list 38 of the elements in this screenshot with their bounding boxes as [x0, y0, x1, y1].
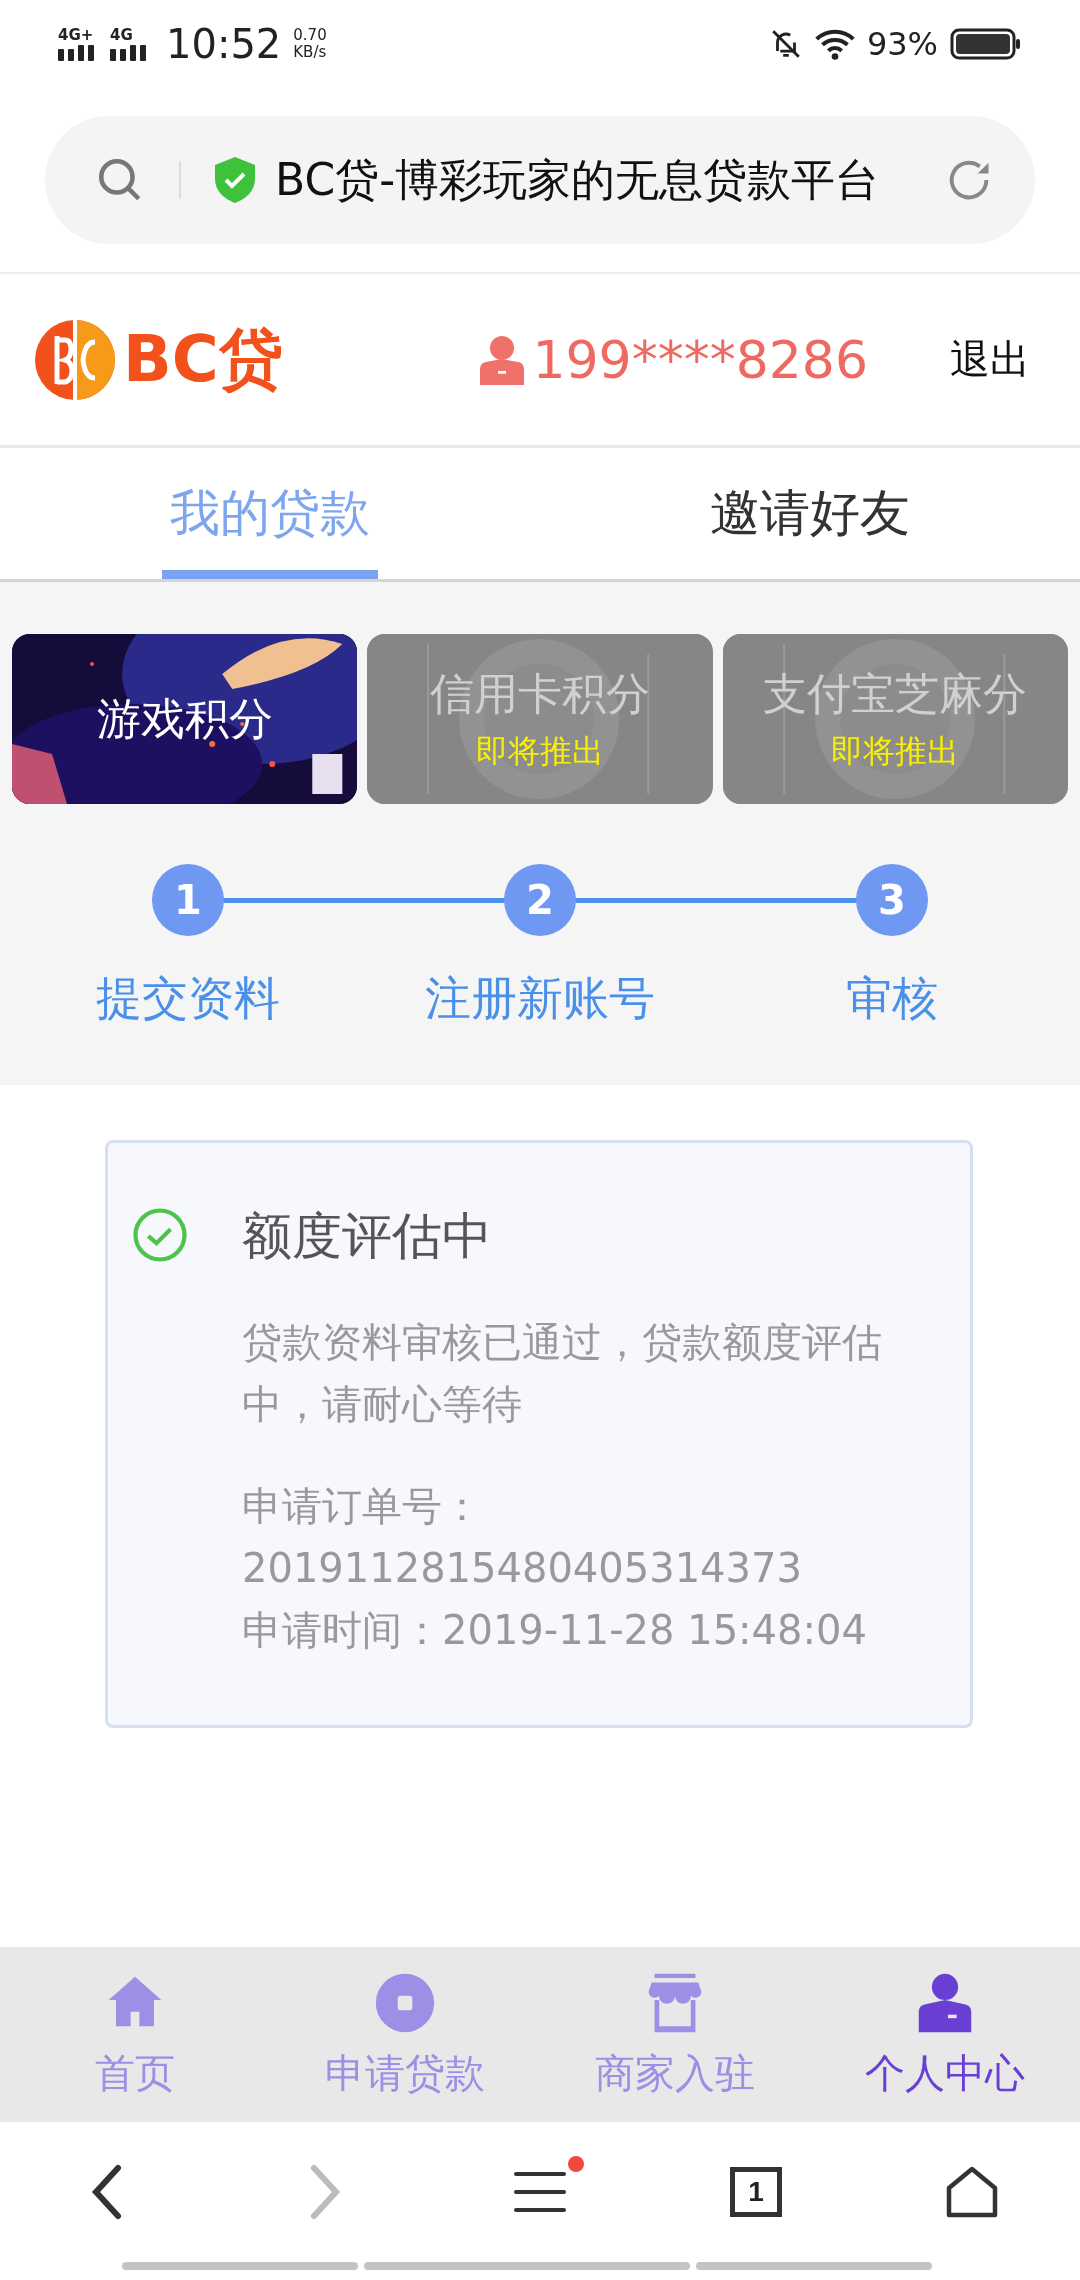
battery-icon	[950, 28, 1022, 60]
check-circle-icon	[132, 1207, 188, 1263]
logo-text: BC贷	[123, 321, 283, 398]
step-label: 注册新账号	[425, 970, 655, 1027]
wifi-icon	[814, 27, 855, 61]
network-label: 4G	[110, 27, 133, 43]
user-icon	[480, 334, 525, 385]
clock: 10:52	[166, 21, 282, 67]
apply-time: 申请时间：2019-11-28 15:48:04	[242, 1606, 868, 1655]
speed-unit: KB/s	[293, 44, 327, 61]
order-number: 2019112815480405314373	[242, 1544, 803, 1593]
menu-icon	[514, 2170, 566, 2214]
logout-link[interactable]: 退出	[950, 332, 1030, 387]
page-title: BC贷-博彩玩家的无息贷款平台	[275, 152, 880, 207]
speed-value: 0.70	[293, 27, 327, 44]
battery-percent: 93%	[866, 25, 938, 63]
step-number: 2	[504, 864, 576, 936]
home-icon	[946, 2166, 998, 2218]
network-label: 4G+	[58, 27, 94, 43]
tabs-button[interactable]: 1	[648, 2152, 864, 2232]
card-title: 支付宝芝麻分	[763, 666, 1028, 721]
order-label: 申请订单号：	[242, 1482, 483, 1531]
nav-tab[interactable]: 个人中心	[810, 1947, 1080, 2122]
shield-check-icon	[215, 157, 255, 203]
score-card[interactable]: 游戏积分	[12, 634, 358, 804]
card-title: 信用卡积分	[430, 666, 650, 721]
status-message: 贷款资料审核已通过，贷款额度评估中，请耐心等待	[242, 1318, 883, 1429]
card-note: 即将推出	[476, 730, 604, 772]
logo-icon	[33, 317, 117, 402]
status-title: 额度评估中	[242, 1206, 493, 1267]
step-label: 提交资料	[96, 970, 280, 1027]
card-title: 游戏积分	[96, 691, 273, 746]
address-bar[interactable]: BC贷-博彩玩家的无息贷款平台	[45, 116, 1035, 244]
step-label: 审核	[846, 970, 938, 1027]
card-note: 即将推出	[831, 730, 960, 772]
phone-number: 199****8286	[532, 329, 868, 390]
step-number: 1	[152, 864, 224, 936]
step-number: 3	[856, 864, 928, 936]
